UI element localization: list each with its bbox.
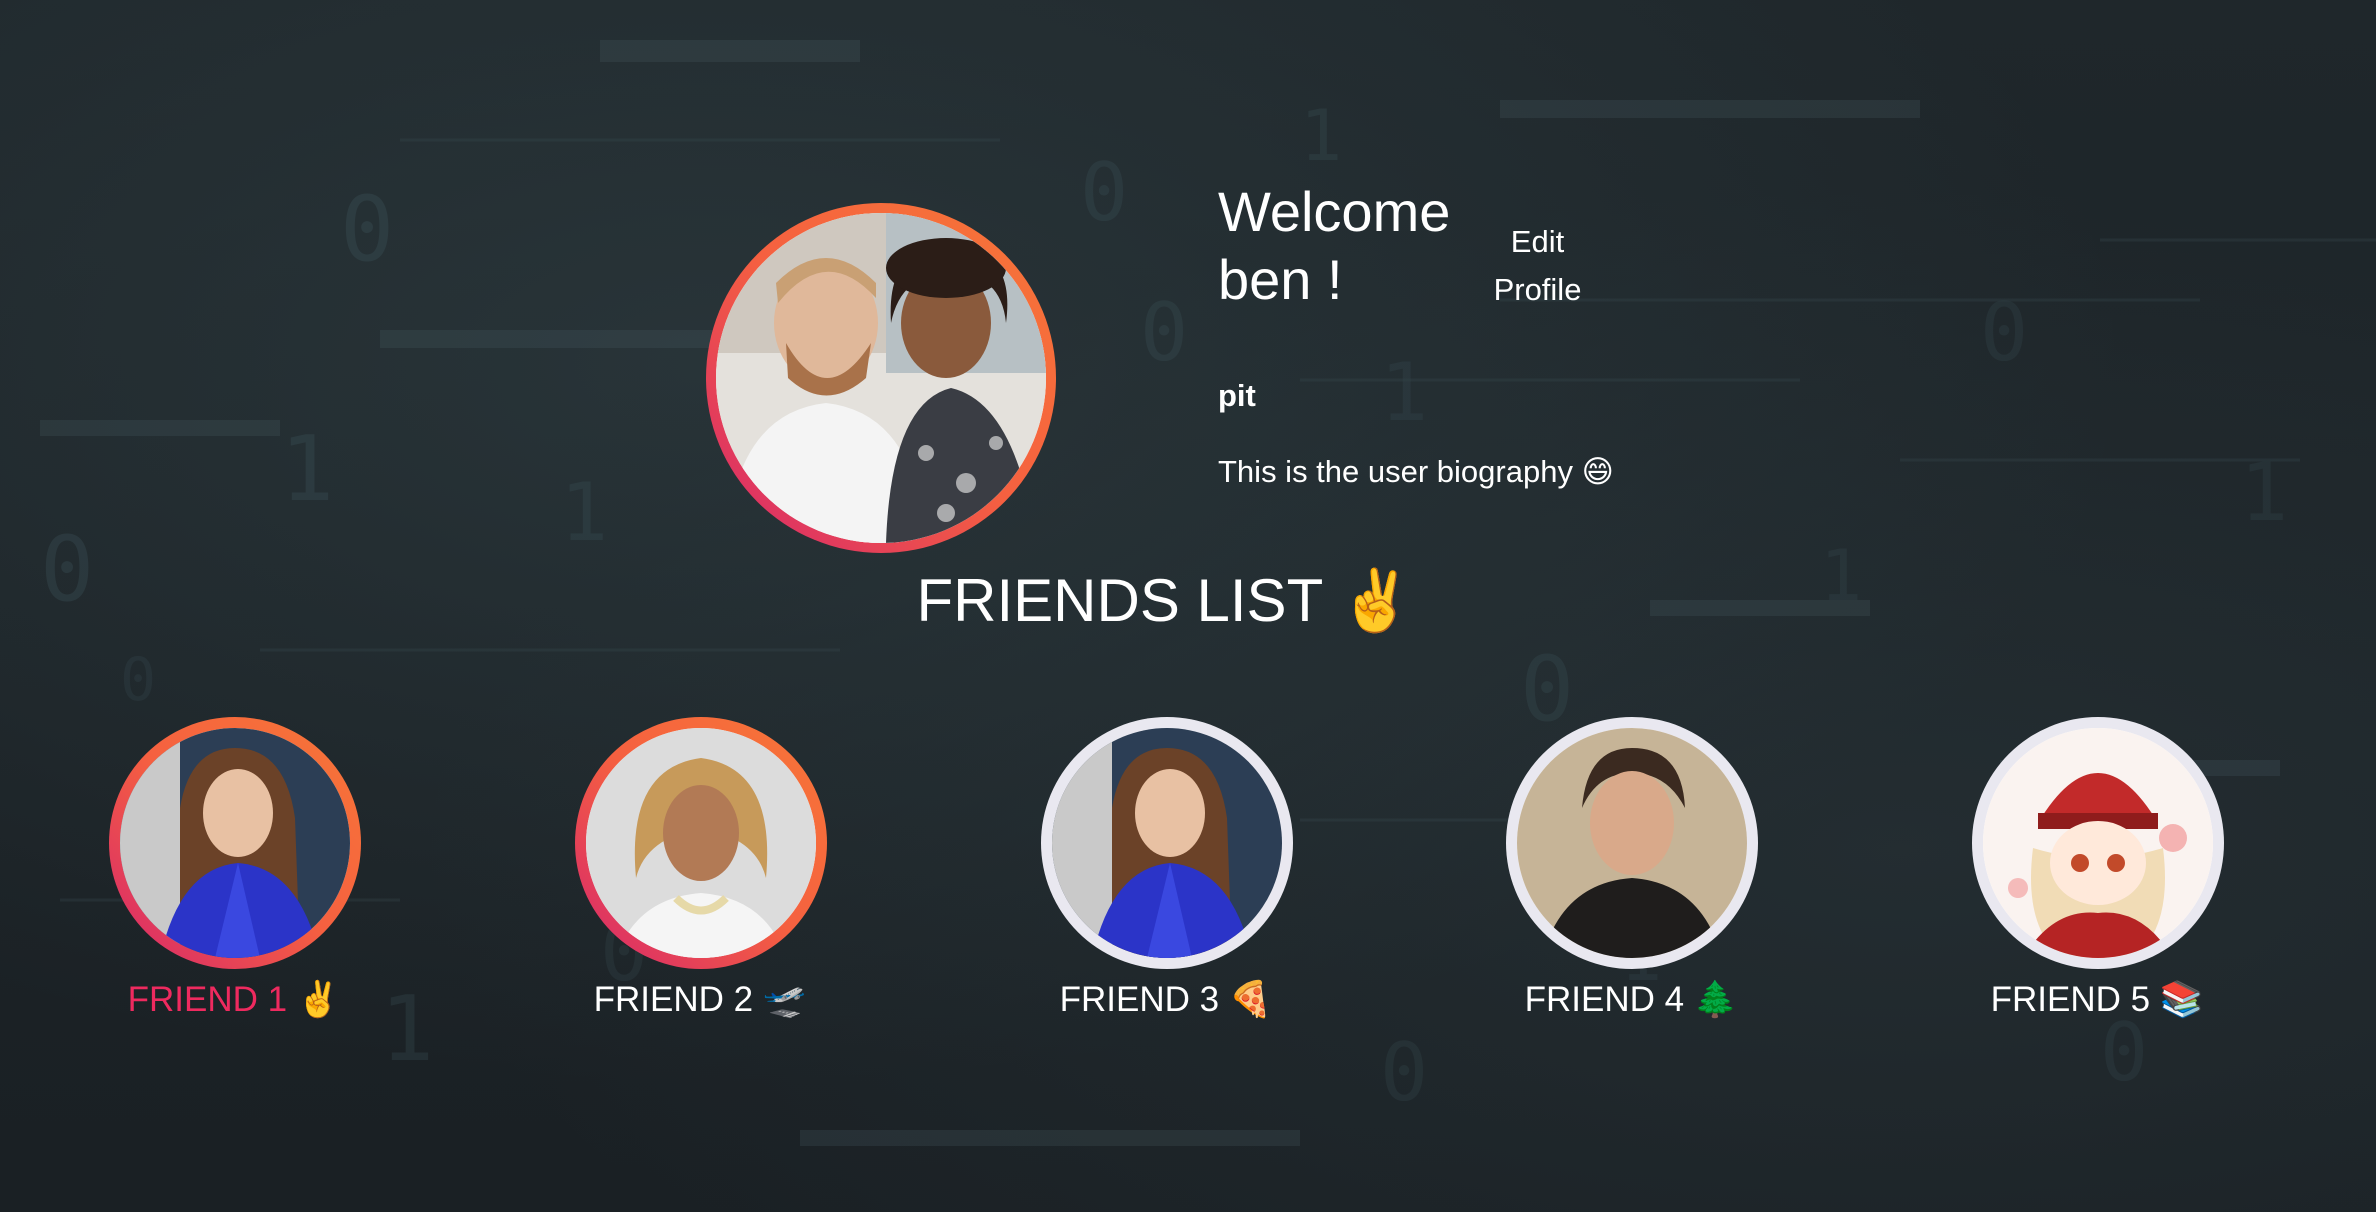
svg-text:0: 0	[340, 177, 394, 282]
friend-label[interactable]: FRIEND 5 📚	[1907, 979, 2287, 1020]
friends-list-title: FRIENDS LIST ✌️	[916, 567, 1414, 634]
friend-photo	[1983, 728, 2213, 958]
friend-avatar[interactable]	[109, 717, 361, 969]
friend-label[interactable]: FRIEND 2 🛫	[510, 979, 890, 1020]
user-biography: This is the user biography 😄	[1218, 454, 1614, 489]
svg-text:1: 1	[1380, 346, 1428, 439]
svg-text:0: 0	[120, 645, 156, 715]
profile-photo	[716, 213, 1046, 543]
friend-avatar[interactable]	[1972, 717, 2224, 969]
friend-avatar[interactable]	[575, 717, 827, 969]
svg-text:0: 0	[1520, 637, 1574, 742]
friend-photo	[120, 728, 350, 958]
friend-avatar[interactable]	[1041, 717, 1293, 969]
edit-profile-link[interactable]: Edit Profile	[1480, 218, 1595, 314]
friend-avatar[interactable]	[1506, 717, 1758, 969]
friend-label[interactable]: FRIEND 4 🌲	[1441, 979, 1821, 1020]
svg-text:0: 0	[1080, 146, 1128, 239]
friend-label[interactable]: FRIEND 1 ✌️	[44, 979, 424, 1020]
friend-label[interactable]: FRIEND 3 🍕	[976, 979, 1356, 1020]
username: pit	[1218, 378, 1256, 413]
welcome-heading: Welcome ben !	[1218, 180, 1451, 311]
friend-photo	[1517, 728, 1747, 958]
friend-photo	[1052, 728, 1282, 958]
friend-photo	[586, 728, 816, 958]
svg-text:0: 0	[1140, 286, 1188, 379]
profile-avatar	[706, 203, 1056, 553]
svg-text:0: 0	[1380, 1026, 1428, 1119]
svg-text:1: 1	[1300, 95, 1342, 177]
svg-text:1: 1	[280, 417, 334, 522]
svg-text:1: 1	[560, 466, 608, 559]
